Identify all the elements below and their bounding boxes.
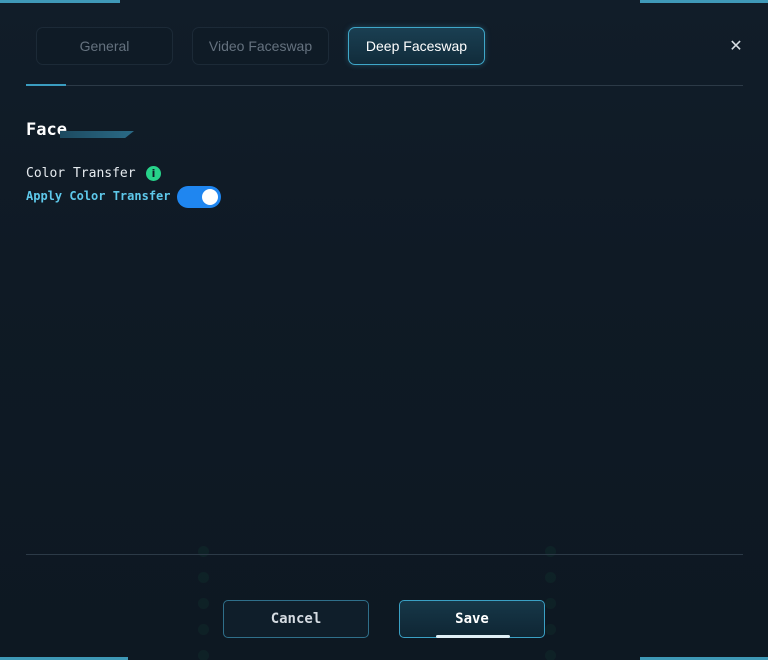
save-button-glow: [436, 635, 510, 638]
corner-accent: [0, 0, 120, 3]
tab-general[interactable]: General: [36, 27, 173, 65]
apply-color-transfer-label: Apply Color Transfer: [26, 189, 171, 203]
corner-accent: [640, 0, 768, 3]
background-content: [0, 0, 768, 660]
color-transfer-label: Color Transfer: [26, 166, 136, 181]
info-icon[interactable]: i: [146, 166, 161, 181]
cancel-button-label: Cancel: [270, 611, 322, 627]
apply-color-transfer-toggle[interactable]: [177, 186, 221, 208]
tab-video-faceswap[interactable]: Video Faceswap: [192, 27, 329, 65]
toggle-knob: [202, 189, 218, 205]
settings-dialog: General Video Faceswap Deep Faceswap ✕ F…: [0, 0, 768, 660]
close-icon[interactable]: ✕: [726, 36, 746, 56]
save-button[interactable]: Save: [399, 600, 545, 638]
tabs-divider: [26, 85, 743, 86]
divider-accent: [26, 84, 66, 86]
footer-divider: [26, 554, 743, 555]
tab-deep-faceswap[interactable]: Deep Faceswap: [348, 27, 485, 65]
section-title-underline: [60, 131, 134, 138]
cancel-button[interactable]: Cancel: [223, 600, 369, 638]
save-button-label: Save: [455, 611, 489, 627]
